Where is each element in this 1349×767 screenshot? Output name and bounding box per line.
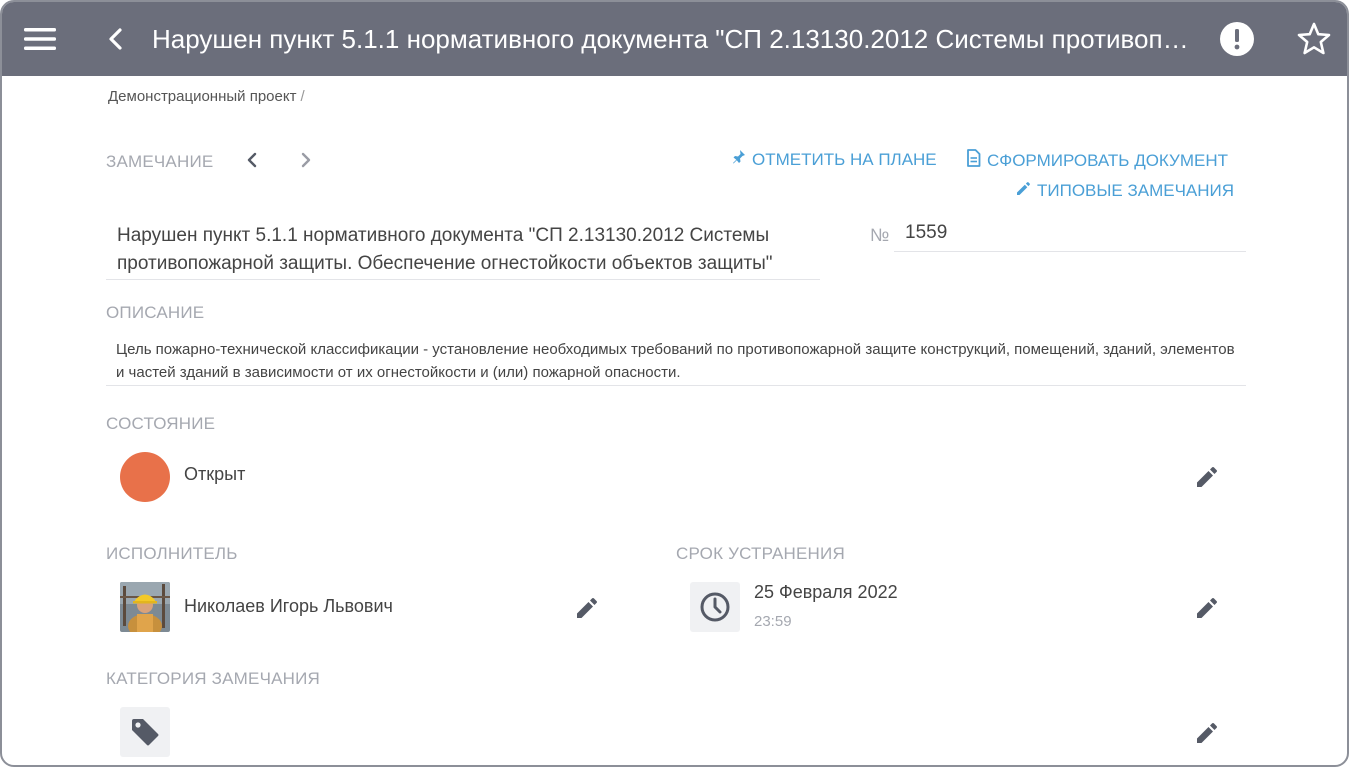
remark-section-label: ЗАМЕЧАНИЕ <box>106 152 214 171</box>
description-label: ОПИСАНИЕ <box>106 303 205 322</box>
generate-document-label: СФОРМИРОВАТЬ ДОКУМЕНТ <box>987 150 1228 170</box>
edit-icon <box>1197 723 1217 743</box>
star-icon[interactable] <box>1294 19 1334 59</box>
edit-deadline-button[interactable] <box>1193 594 1221 622</box>
back-icon[interactable] <box>100 24 130 54</box>
app-window: Нарушен пункт 5.1.1 нормативного докумен… <box>0 0 1349 767</box>
generate-document-button[interactable]: СФОРМИРОВАТЬ ДОКУМЕНТ <box>966 149 1228 172</box>
edit-category-button[interactable] <box>1193 719 1221 747</box>
mark-on-plan-button[interactable]: ОТМЕТИТЬ НА ПЛАНЕ <box>732 149 937 170</box>
typical-remarks-label: ТИПОВЫЕ ЗАМЕЧАНИЯ <box>1037 181 1235 200</box>
prev-remark-icon[interactable] <box>241 149 263 171</box>
clock-icon <box>690 582 740 632</box>
next-remark-icon[interactable] <box>295 149 317 171</box>
category-label: КАТЕГОРИЯ ЗАМЕЧАНИЯ <box>106 669 321 688</box>
number-label: № <box>870 225 890 245</box>
breadcrumb-separator: / <box>300 88 305 105</box>
typical-remarks-button[interactable]: ТИПОВЫЕ ЗАМЕЧАНИЯ <box>1016 181 1234 201</box>
page-title: Нарушен пункт 5.1.1 нормативного докумен… <box>152 24 1192 54</box>
menu-icon[interactable] <box>22 22 58 56</box>
remark-number-field[interactable]: 1559 <box>894 222 1246 252</box>
edit-icon <box>1197 598 1217 618</box>
document-icon <box>966 149 981 172</box>
pin-icon <box>732 149 746 170</box>
assignee-name: Николаев Игорь Львович <box>184 596 393 616</box>
remark-title-field[interactable]: Нарушен пункт 5.1.1 нормативного докумен… <box>106 222 820 280</box>
edit-status-button[interactable] <box>1193 463 1221 491</box>
assignee-label: ИСПОЛНИТЕЛЬ <box>106 544 238 563</box>
mark-on-plan-label: ОТМЕТИТЬ НА ПЛАНЕ <box>752 149 937 169</box>
status-value: Открыт <box>184 464 246 484</box>
breadcrumb: Демонстрационный проект / <box>108 88 305 105</box>
deadline-time: 23:59 <box>754 613 792 630</box>
description-field[interactable]: Цель пожарно-технической классификации -… <box>106 338 1246 386</box>
status-indicator <box>120 452 170 502</box>
edit-assignee-button[interactable] <box>573 594 601 622</box>
top-bar: Нарушен пункт 5.1.1 нормативного докумен… <box>2 2 1347 76</box>
edit-icon <box>577 598 597 618</box>
pencil-icon <box>1016 181 1031 201</box>
deadline-label: СРОК УСТРАНЕНИЯ <box>676 544 845 563</box>
alert-icon[interactable] <box>1218 20 1256 58</box>
status-label: СОСТОЯНИЕ <box>106 414 216 433</box>
breadcrumb-project[interactable]: Демонстрационный проект <box>108 88 296 105</box>
avatar <box>120 582 170 632</box>
tag-icon <box>120 707 170 757</box>
edit-icon <box>1197 467 1217 487</box>
deadline-date: 25 Февраля 2022 <box>754 582 898 602</box>
